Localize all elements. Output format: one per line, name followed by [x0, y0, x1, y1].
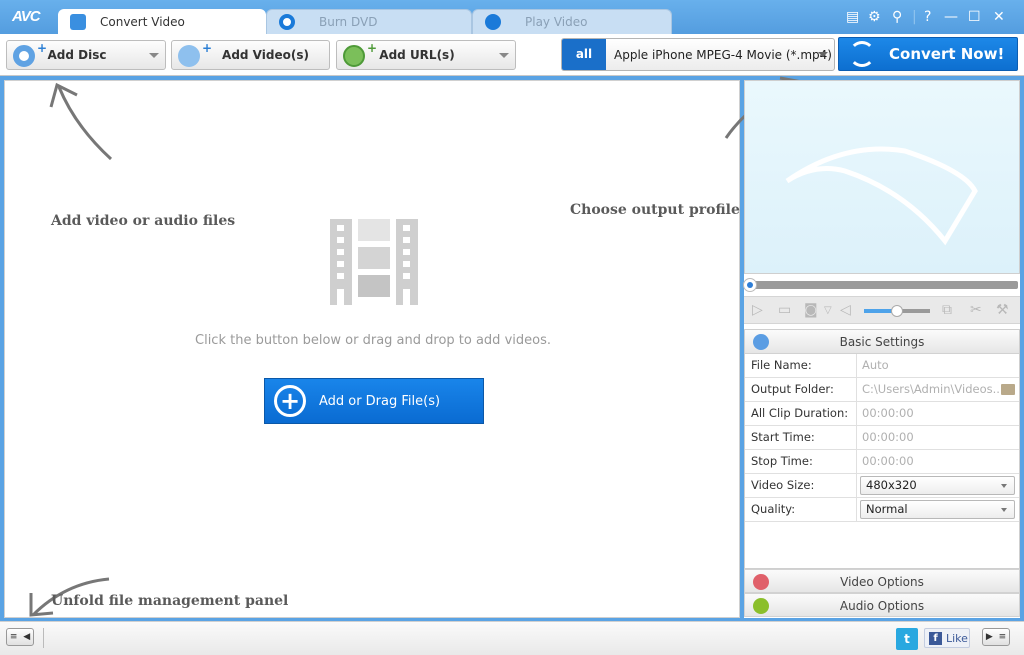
play-icon[interactable]: ▷: [752, 302, 763, 318]
status-bar: ≡ ◀ t f Like ▶ ≡: [0, 621, 1024, 655]
camera-icon[interactable]: ◙: [804, 302, 818, 318]
unfold-panel-button[interactable]: ≡ ◀: [6, 628, 34, 646]
settings-row-stop-time: Stop Time: 00:00:00: [745, 450, 1019, 474]
key-icon[interactable]: ⚲: [892, 9, 902, 25]
film-reel-graphic: [785, 146, 978, 246]
volume-slider[interactable]: [864, 305, 930, 317]
divider: [43, 628, 44, 648]
scissors-icon[interactable]: ✂: [970, 302, 982, 318]
settings-row-quality: Quality: Normal: [745, 498, 1019, 522]
basic-settings-panel: Basic Settings File Name: Auto Output Fol…: [744, 329, 1020, 569]
file-drop-area[interactable]: Add video or audio files Click the butto…: [4, 80, 740, 618]
triangle-left-icon: ◀: [23, 632, 31, 642]
add-videos-button[interactable]: + Add Video(s): [171, 40, 330, 70]
add-disc-button[interactable]: + Add Disc: [6, 40, 166, 70]
crop-icon[interactable]: ⧉: [942, 302, 952, 318]
twitter-button[interactable]: t: [896, 628, 918, 650]
volume-handle[interactable]: [891, 305, 903, 317]
triangle-right-icon: ▶: [985, 632, 993, 642]
output-folder-field[interactable]: C:\Users\Admin\Videos...: [862, 382, 1004, 396]
tab-convert-video[interactable]: Convert Video: [58, 9, 266, 34]
video-size-select[interactable]: 480x320: [860, 476, 1015, 495]
tab-label: Burn DVD: [319, 15, 378, 29]
folder-icon[interactable]: [1001, 384, 1015, 395]
twitter-icon: t: [904, 632, 910, 646]
chevron-down-icon[interactable]: [149, 53, 159, 58]
hint-unfold-panel: Unfold file management panel: [51, 593, 289, 609]
stop-time-field[interactable]: 00:00:00: [857, 450, 1019, 473]
app-logo: AVC: [12, 8, 41, 25]
facebook-icon: f: [929, 631, 942, 645]
refresh-icon: [70, 13, 86, 30]
profile-label: Apple iPhone MPEG-4 Movie (*.mp4): [614, 48, 832, 62]
chevron-down-icon[interactable]: ▽: [824, 305, 832, 316]
volume-icon[interactable]: ◁: [840, 302, 851, 318]
film-icon: [753, 574, 769, 590]
output-profile-select[interactable]: all Apple iPhone MPEG-4 Movie (*.mp4): [561, 38, 835, 71]
minimize-button[interactable]: —: [944, 9, 958, 25]
arrow-up-left-icon: [49, 82, 113, 161]
film-strip-icon: [330, 219, 418, 305]
audio-options-header[interactable]: Audio Options: [744, 593, 1020, 617]
tab-label: Play Video: [525, 15, 588, 29]
settings-row-start-time: Start Time: 00:00:00: [745, 426, 1019, 450]
hint-add-files: Add video or audio files: [51, 213, 236, 229]
close-button[interactable]: ✕: [993, 9, 1005, 25]
tab-play-video[interactable]: Play Video: [472, 9, 672, 34]
disc-icon: [279, 14, 295, 30]
refresh-icon: [849, 41, 875, 67]
quality-select[interactable]: Normal: [860, 500, 1015, 519]
title-bar: AVC Convert Video Burn DVD Play Video ▤ …: [0, 0, 1024, 34]
wand-icon[interactable]: ⚒: [996, 302, 1009, 318]
log-icon[interactable]: ▤: [846, 9, 859, 25]
settings-row-video-size: Video Size: 480x320: [745, 474, 1019, 498]
video-preview: [744, 80, 1020, 274]
toggle-right-panel-button[interactable]: ▶ ≡: [982, 628, 1010, 646]
gear-icon[interactable]: ⚙: [868, 9, 881, 25]
film-icon: [178, 45, 200, 67]
tab-label: Convert Video: [100, 14, 185, 29]
speaker-icon: [753, 598, 769, 614]
facebook-like-button[interactable]: f Like: [924, 628, 970, 648]
file-name-field[interactable]: Auto: [857, 354, 1019, 377]
settings-row-clip-duration: All Clip Duration: 00:00:00: [745, 402, 1019, 426]
video-options-header[interactable]: Video Options: [744, 569, 1020, 593]
separator: |: [912, 9, 917, 25]
convert-now-button[interactable]: Convert Now!: [838, 37, 1018, 71]
right-panel: ▷ ▭ ◙ ▽ ◁ ⧉ ✂ ⚒ Basic Settings File Name…: [743, 80, 1020, 618]
list-icon: ≡: [998, 632, 1007, 642]
list-icon: ≡: [9, 632, 18, 642]
add-url-button[interactable]: + Add URL(s): [336, 40, 516, 70]
maximize-button[interactable]: ☐: [968, 9, 981, 25]
tab-burn-dvd[interactable]: Burn DVD: [266, 9, 472, 34]
drop-instructions: Click the button below or drag and drop …: [195, 333, 551, 348]
profile-all-icon: all: [562, 39, 606, 70]
play-icon: [485, 14, 501, 30]
settings-row-file-name: File Name: Auto: [745, 354, 1019, 378]
chevron-down-icon: [818, 52, 828, 57]
stop-icon[interactable]: ▭: [778, 302, 791, 318]
wrench-icon: [753, 334, 769, 350]
plus-circle-icon: +: [274, 385, 306, 417]
start-time-field[interactable]: 00:00:00: [857, 426, 1019, 449]
add-or-drag-files-button[interactable]: + Add or Drag File(s): [264, 378, 484, 424]
seek-handle[interactable]: [743, 278, 757, 292]
player-controls: ▷ ▭ ◙ ▽ ◁ ⧉ ✂ ⚒: [744, 296, 1020, 324]
chevron-down-icon[interactable]: [499, 53, 509, 58]
settings-row-output-folder: Output Folder: C:\Users\Admin\Videos...: [745, 378, 1019, 402]
help-button[interactable]: ?: [924, 9, 931, 25]
basic-settings-header[interactable]: Basic Settings: [745, 330, 1019, 354]
seek-slider[interactable]: [743, 278, 1018, 292]
